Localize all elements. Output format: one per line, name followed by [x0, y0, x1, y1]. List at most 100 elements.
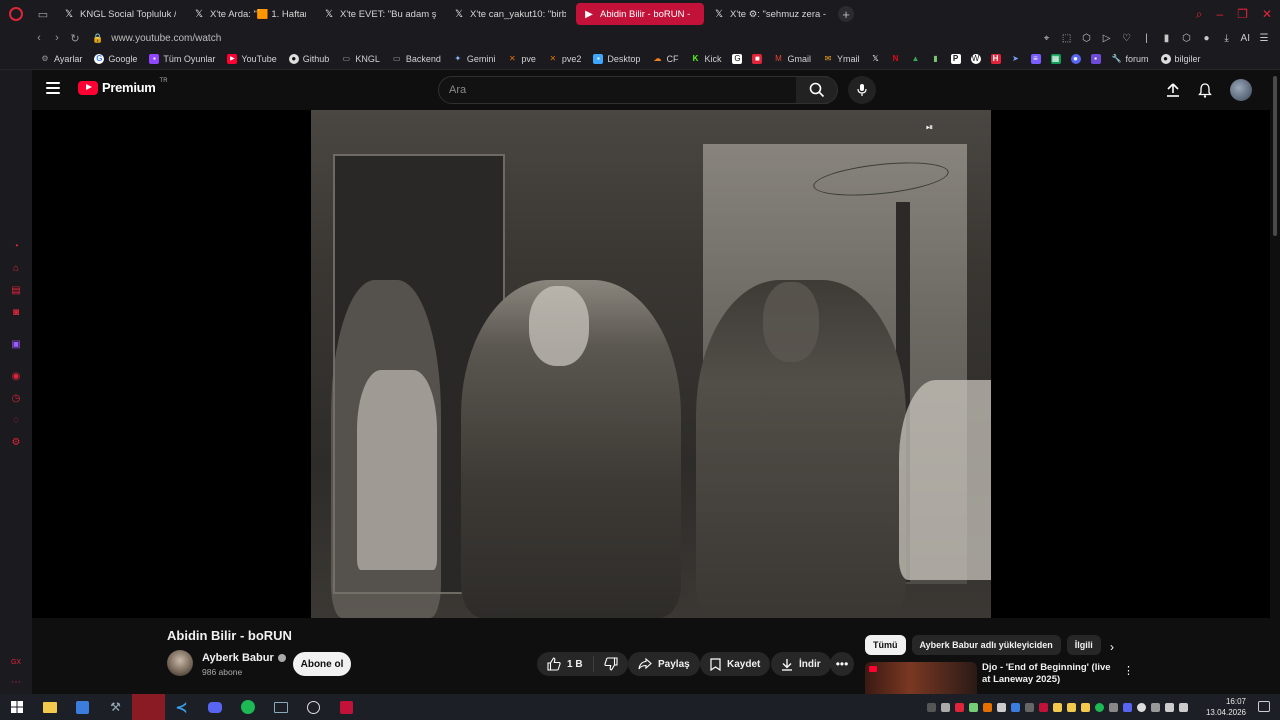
bookmark-youtube[interactable]: ▶ YouTube [221, 53, 282, 64]
tray-icon[interactable] [969, 702, 978, 712]
video-player[interactable]: ⏯ [32, 110, 1270, 618]
bookmark-arrow[interactable]: ➤ [1006, 54, 1026, 64]
tray-icon[interactable] [1081, 702, 1090, 712]
reload-icon[interactable]: ↻ [66, 32, 84, 45]
upload-icon[interactable] [1166, 83, 1180, 97]
recommendation-thumbnail[interactable] [865, 662, 977, 694]
taskbar-opera[interactable] [132, 694, 165, 720]
twitch-icon[interactable]: ▣ [10, 338, 22, 350]
gx-icon[interactable]: GX [10, 656, 22, 668]
dislike-button[interactable] [594, 652, 628, 676]
download-icon[interactable]: ⤓ [1221, 33, 1233, 44]
bookmark-list[interactable]: ≡ [1026, 53, 1046, 64]
account-avatar[interactable] [1230, 79, 1252, 101]
tray-icon[interactable] [1095, 702, 1104, 712]
bookmark-forum[interactable]: 🔧 forum [1106, 54, 1155, 64]
tray-icon[interactable] [1039, 702, 1048, 712]
address-field[interactable]: 🔒 www.youtube.com/watch [92, 33, 221, 44]
browser-tab[interactable]: 𝕏 X'te ⚙: "sehmuz zera - bu [706, 3, 834, 25]
browser-tab[interactable]: 𝕏 KNGL Social Topluluk / X [56, 3, 184, 25]
scrollbar-thumb[interactable] [1273, 76, 1277, 236]
voice-search-button[interactable] [848, 76, 876, 104]
bookmark-h[interactable]: H [986, 53, 1006, 64]
bookmark-tum-oyunlar[interactable]: ▪ Tüm Oyunlar [143, 53, 221, 64]
profile-icon[interactable]: ● [1201, 33, 1213, 44]
tray-icon[interactable] [927, 702, 936, 712]
like-button[interactable]: 1 B [537, 652, 593, 676]
browser-tab[interactable]: 𝕏 X'te Arda: "🟧 1. Haftanın [186, 3, 314, 25]
tray-icon[interactable] [1011, 702, 1020, 712]
tab-switcher-icon[interactable]: ▭ [32, 0, 54, 28]
menu-icon[interactable] [46, 82, 60, 94]
player-icon[interactable]: ◉ [10, 370, 22, 382]
bookmark-bilgiler[interactable]: ● bilgiler [1155, 53, 1207, 64]
tray-icon[interactable] [1151, 702, 1160, 712]
tray-icon[interactable] [1067, 702, 1076, 712]
chip-all[interactable]: Tümü [865, 635, 906, 655]
maximize-icon[interactable]: ❐ [1237, 7, 1248, 21]
save-button[interactable]: Kaydet [700, 652, 771, 676]
browser-tab-active[interactable]: ▶ Abidin Bilir - boRUN - [576, 3, 704, 25]
tray-icon[interactable] [1053, 702, 1062, 712]
bookmark-pve[interactable]: ✕ pve [501, 54, 542, 64]
channel-name[interactable]: Ayberk Babur [202, 652, 286, 664]
bookmark-desktop[interactable]: ▪ Desktop [587, 53, 646, 64]
bookmark-w[interactable]: W [966, 53, 986, 64]
search-tabs-icon[interactable]: ⌕ [1196, 7, 1203, 22]
history-icon[interactable]: ◷ [10, 392, 22, 404]
menu-icon[interactable]: ☰ [1258, 33, 1270, 44]
stats-icon[interactable]: ▮ [1161, 33, 1173, 44]
channel-avatar[interactable] [167, 650, 193, 676]
download-button[interactable]: İndir [771, 652, 831, 676]
browser-tab[interactable]: 𝕏 X'te EVET: "Bu adam şehr [316, 3, 444, 25]
bookmark-kngl[interactable]: ▭ KNGL [335, 54, 386, 64]
notifications-bell-icon[interactable] [1198, 82, 1212, 98]
forward-icon[interactable]: › [48, 32, 66, 44]
tray-icon[interactable] [1025, 702, 1034, 712]
video-frame[interactable]: ⏯ [311, 110, 991, 618]
bookmark-gemini[interactable]: ✦ Gemini [447, 54, 502, 64]
notification-center-icon[interactable] [1258, 701, 1270, 712]
share-button[interactable]: Paylaş [628, 652, 700, 676]
taskbar-discord[interactable] [198, 694, 231, 720]
bookmark-discord[interactable]: ● [1066, 53, 1086, 64]
bookmark-stats[interactable]: ▮ [926, 54, 946, 64]
bookmark-ymail[interactable]: ✉ Ymail [817, 54, 866, 64]
tray-icon[interactable] [1109, 702, 1118, 712]
search-button[interactable] [796, 76, 838, 104]
taskbar-app[interactable]: ⚒ [99, 694, 132, 720]
bookmark-x[interactable]: 𝕏 [866, 54, 886, 64]
bookmark-pve2[interactable]: ✕ pve2 [542, 54, 588, 64]
ai-button[interactable]: AI [1241, 33, 1250, 44]
bookmark-sheets[interactable]: ▦ [1046, 53, 1066, 64]
more-icon[interactable]: ⋯ [10, 676, 22, 688]
bookmark-p[interactable]: P [946, 53, 966, 64]
settings-icon[interactable]: ⚙ [10, 436, 22, 448]
tray-icon[interactable] [997, 702, 1006, 712]
tray-icon[interactable] [1123, 702, 1132, 712]
taskbar-terminal[interactable] [264, 694, 297, 720]
box-icon[interactable]: ⬡ [1081, 33, 1093, 44]
heart-icon[interactable]: ♡ [1121, 33, 1133, 44]
bookmark-g[interactable]: G [727, 53, 747, 64]
minimize-icon[interactable]: – [1216, 7, 1223, 21]
bookmark-red[interactable]: ■ [747, 53, 767, 64]
bookmark-ayarlar[interactable]: ⚙ Ayarlar [34, 54, 88, 64]
taskbar-app[interactable] [66, 694, 99, 720]
screenshot-icon[interactable]: ⬚ [1061, 33, 1073, 44]
player-icon[interactable]: ▷ [1101, 33, 1113, 44]
close-icon[interactable]: ✕ [1262, 7, 1272, 21]
aria-icon[interactable]: ◔ [10, 240, 22, 252]
recommendation-title[interactable]: Djo - 'End of Beginning' (live at Lanewa… [982, 662, 1114, 686]
bookmark-drive[interactable]: ▲ [906, 54, 926, 64]
youtube-logo[interactable]: Premium TR [78, 78, 168, 95]
bookmark-purple[interactable]: ▪ [1086, 53, 1106, 64]
bookmark-google[interactable]: G Google [88, 53, 143, 64]
browser-tab[interactable]: 𝕏 X'te can_yakut10: "birbirin [446, 3, 574, 25]
taskbar-opera-gx[interactable] [330, 694, 363, 720]
bookmark-backend[interactable]: ▭ Backend [386, 54, 447, 64]
bag-icon[interactable]: ⌂ [10, 262, 22, 274]
chat-icon[interactable]: ▤ [10, 284, 22, 296]
search-input[interactable] [439, 77, 827, 103]
volume-icon[interactable] [1179, 702, 1188, 712]
